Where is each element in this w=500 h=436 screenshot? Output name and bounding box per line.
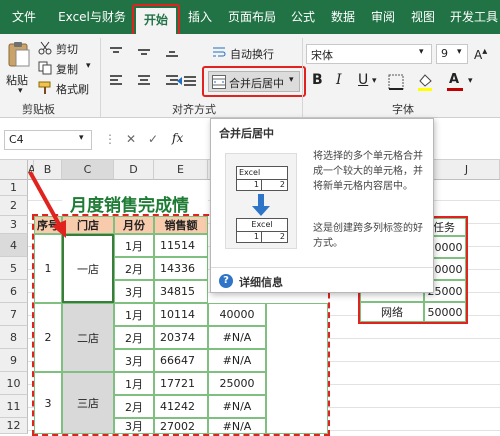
sheet-title[interactable]: 月度销售完成情 bbox=[62, 196, 208, 216]
copy-icon[interactable] bbox=[38, 61, 52, 75]
format-painter-button[interactable]: 格式刷 bbox=[56, 81, 89, 97]
merge-center-label: 合并后居中 bbox=[229, 77, 284, 90]
diagram-top-label: Excel bbox=[236, 166, 288, 180]
confirm-formula-icon[interactable]: ✓ bbox=[148, 132, 158, 146]
ribbon-tab-bar: 文件 Excel与财务 开始 插入 页面布局 公式 数据 审阅 视图 开发工具 bbox=[0, 0, 500, 34]
diagram-cell-1: 1 bbox=[236, 179, 262, 191]
insert-function-button[interactable]: fx bbox=[172, 131, 183, 145]
wrap-text-icon[interactable] bbox=[212, 45, 226, 59]
vertical-align-icons[interactable] bbox=[108, 45, 198, 59]
row-header-6[interactable]: 6 bbox=[0, 280, 28, 303]
column-header-d[interactable]: D bbox=[114, 160, 154, 180]
italic-button[interactable]: I bbox=[336, 72, 342, 88]
tooltip-title: 合并后居中 bbox=[219, 127, 274, 140]
tab-page-layout[interactable]: 页面布局 bbox=[222, 0, 282, 34]
row-header-5[interactable]: 5 bbox=[0, 257, 28, 280]
alignment-group-label: 对齐方式 bbox=[172, 103, 216, 116]
merge-center-dropdown-icon[interactable]: ▾ bbox=[289, 75, 294, 85]
ribbon-separator bbox=[302, 38, 303, 118]
font-name-select[interactable]: 宋体 ▾ bbox=[306, 44, 432, 64]
scissors-icon[interactable] bbox=[38, 41, 52, 55]
font-name-value: 宋体 bbox=[311, 49, 333, 62]
underline-dropdown-icon[interactable]: ▾ bbox=[372, 76, 377, 86]
tab-excel-finance[interactable]: Excel与财务 bbox=[52, 0, 132, 34]
side-table-name[interactable]: 网络 bbox=[360, 302, 424, 322]
row-header-11[interactable]: 11 bbox=[0, 395, 28, 418]
font-color-bar bbox=[447, 88, 463, 91]
indent-icon[interactable] bbox=[176, 74, 198, 88]
font-group-label: 字体 bbox=[392, 103, 414, 116]
tab-data[interactable]: 数据 bbox=[326, 0, 360, 34]
font-color-icon[interactable]: A bbox=[446, 72, 464, 92]
more-info-link[interactable]: 详细信息 bbox=[239, 274, 283, 290]
diagram-cell-2: 2 bbox=[261, 179, 288, 191]
merge-center-button[interactable]: 合并后居中 ▾ bbox=[208, 71, 300, 92]
copy-button[interactable]: 复制 bbox=[56, 61, 78, 77]
help-icon[interactable]: ? bbox=[219, 274, 233, 288]
red-arrow-icon bbox=[24, 168, 74, 240]
tab-highlight-box bbox=[132, 4, 180, 36]
font-name-dropdown-icon[interactable]: ▾ bbox=[419, 47, 424, 57]
tooltip-divider bbox=[211, 267, 433, 268]
row-header-8[interactable]: 8 bbox=[0, 326, 28, 349]
cancel-formula-icon[interactable]: ✕ bbox=[126, 132, 136, 146]
tooltip-note: 这是创建跨多列标签的好方式。 bbox=[313, 223, 423, 249]
tab-formulas[interactable]: 公式 bbox=[286, 0, 320, 34]
side-table-value[interactable]: 50000 bbox=[424, 302, 466, 322]
row-header-7[interactable]: 7 bbox=[0, 303, 28, 326]
name-box-dropdown-icon[interactable]: ▾ bbox=[79, 133, 84, 143]
fill-color-icon[interactable] bbox=[416, 72, 434, 92]
font-size-select[interactable]: 9 ▾ bbox=[436, 44, 468, 64]
row-header-9[interactable]: 9 bbox=[0, 349, 28, 372]
underline-button[interactable]: U bbox=[358, 72, 368, 88]
paste-icon[interactable] bbox=[6, 40, 32, 70]
ribbon-separator bbox=[100, 38, 101, 118]
copy-dropdown-icon[interactable]: ▾ bbox=[86, 61, 91, 71]
name-box-value: C4 bbox=[9, 133, 24, 146]
border-icon[interactable] bbox=[388, 74, 404, 90]
tab-review[interactable]: 审阅 bbox=[366, 0, 400, 34]
name-box[interactable]: C4 ▾ bbox=[4, 130, 92, 150]
tab-insert[interactable]: 插入 bbox=[182, 0, 218, 34]
formula-more-icon[interactable]: ⋮ bbox=[104, 132, 116, 146]
bold-button[interactable]: B bbox=[312, 72, 323, 88]
font-color-glyph: A bbox=[449, 72, 460, 87]
column-header-e[interactable]: E bbox=[154, 160, 208, 180]
row-header-12[interactable]: 12 bbox=[0, 418, 28, 434]
font-size-dropdown-icon[interactable]: ▾ bbox=[457, 47, 462, 57]
merge-center-icon bbox=[212, 75, 226, 92]
clipboard-group-label: 剪贴板 bbox=[22, 103, 55, 116]
merge-diagram-icon: Excel 1 2 Excel 1 2 bbox=[225, 153, 297, 249]
wrap-text-button[interactable]: 自动换行 bbox=[230, 46, 274, 62]
tab-developer[interactable]: 开发工具 bbox=[448, 0, 500, 34]
tab-view[interactable]: 视图 bbox=[406, 0, 440, 34]
diagram-bottom-label: Excel bbox=[236, 218, 288, 232]
font-color-dropdown-icon[interactable]: ▾ bbox=[468, 76, 473, 86]
diagram-cell-1-merged: 1 bbox=[236, 231, 262, 243]
paste-dropdown-icon[interactable]: ▾ bbox=[18, 86, 23, 96]
paste-label[interactable]: 粘贴 bbox=[6, 72, 28, 88]
font-size-value: 9 bbox=[441, 47, 448, 60]
merge-center-tooltip: 合并后居中 Excel 1 2 Excel 1 2 将选择的多个单元格合并成一个… bbox=[210, 118, 434, 293]
diagram-down-arrow-icon bbox=[252, 194, 270, 216]
tab-file[interactable]: 文件 bbox=[6, 0, 42, 34]
format-painter-icon[interactable] bbox=[38, 81, 52, 95]
column-header-j[interactable]: J bbox=[434, 160, 500, 180]
cut-button[interactable]: 剪切 bbox=[56, 41, 78, 57]
diagram-cell-2-merged: 2 bbox=[261, 231, 288, 243]
grow-font-icon[interactable]: A▴ bbox=[474, 46, 487, 62]
row-header-10[interactable]: 10 bbox=[0, 372, 28, 395]
tooltip-description: 将选择的多个单元格合并成一个较大的单元格，并将新单元格内容居中。 bbox=[313, 151, 423, 192]
